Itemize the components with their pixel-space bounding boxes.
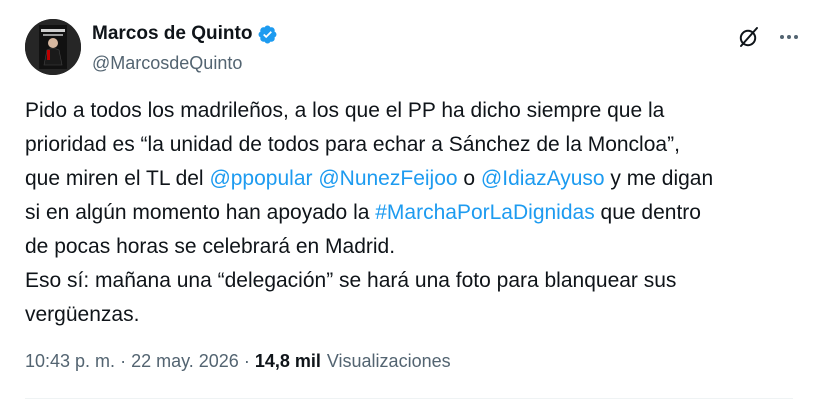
tweet-text-line: prioridad es “la unidad de todos para ec… [25, 128, 795, 162]
tweet-text-segment: Pido a todos los madrileños, a los que e… [25, 99, 665, 122]
tweet-text-line: de pocas horas se celebrará en Madrid. [25, 230, 795, 264]
tweet-card: Marcos de Quinto @MarcosdeQuinto Pido a … [0, 0, 818, 413]
views-label: Visualizaciones [326, 351, 451, 371]
tweet-text: Pido a todos los madrileños, a los que e… [25, 94, 795, 332]
tweet-header-actions [736, 24, 802, 50]
meta-separator: · [120, 351, 127, 371]
tweet-text-line: que miren el TL del @ppopular @NunezFeij… [25, 162, 795, 196]
tweet-text-line: si en algún momento han apoyado la #Marc… [25, 196, 795, 230]
hashtag-link[interactable]: #MarchaPorLaDignidas [375, 201, 594, 224]
tweet-text-line: Pido a todos los madrileños, a los que e… [25, 94, 795, 128]
author-handle[interactable]: @MarcosdeQuinto [92, 53, 242, 74]
mention-link[interactable]: @IdiazAyuso [481, 167, 605, 190]
tweet-text-line: vergüenzas. [25, 298, 795, 332]
mention-link[interactable]: @NunezFeijoo [318, 167, 457, 190]
mention-link[interactable]: @ppopular [209, 167, 312, 190]
tweet-text-segment: y me digan [604, 167, 714, 190]
tweet-meta: 10:43 p. m. · 22 may. 2026 · 14,8 mil Vi… [25, 351, 451, 372]
tweet-text-segment: que dentro [594, 201, 701, 224]
author-name-row: Marcos de Quinto [92, 23, 278, 45]
views-count[interactable]: 14,8 mil [255, 351, 321, 372]
tweet-text-segment: si en algún momento han apoyado la [25, 201, 376, 224]
tweet-date[interactable]: 22 may. 2026 [131, 351, 239, 372]
book-cover-avatar-icon [25, 19, 81, 75]
more-horizontal-icon[interactable] [776, 24, 802, 50]
tweet-text-line: Eso sí: mañana una “delegación” se hará … [25, 264, 795, 298]
tweet-text-segment: prioridad es “la unidad de todos para ec… [25, 133, 680, 156]
tweet-text-segment: Eso sí: mañana una “delegación” se hará … [25, 269, 677, 292]
tweet-text-segment: o [457, 167, 481, 190]
tweet-time[interactable]: 10:43 p. m. [25, 351, 115, 372]
tweet-text-segment: de pocas horas se celebrará en Madrid. [25, 235, 396, 258]
tweet-text-segment: que miren el TL del [25, 167, 210, 190]
author-display-name[interactable]: Marcos de Quinto [92, 23, 252, 45]
tweet-text-segment: vergüenzas. [25, 303, 140, 326]
avatar[interactable] [25, 19, 81, 75]
divider [25, 398, 793, 399]
meta-separator: · [243, 351, 250, 371]
grok-icon[interactable] [736, 24, 762, 50]
verified-badge-icon [258, 25, 277, 43]
